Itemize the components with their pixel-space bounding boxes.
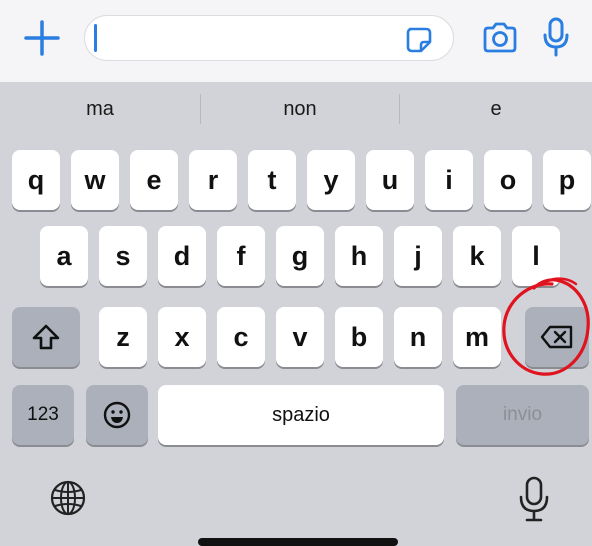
enter-key[interactable]: invio [456, 385, 589, 445]
key-q[interactable]: q [12, 150, 60, 210]
key-w[interactable]: w [71, 150, 119, 210]
key-a[interactable]: a [40, 226, 88, 286]
key-f[interactable]: f [217, 226, 265, 286]
key-z[interactable]: z [99, 307, 147, 367]
emoji-icon [103, 401, 131, 429]
key-r[interactable]: r [189, 150, 237, 210]
key-y[interactable]: y [307, 150, 355, 210]
message-input[interactable] [84, 15, 454, 61]
key-p[interactable]: p [543, 150, 591, 210]
key-i[interactable]: i [425, 150, 473, 210]
globe-icon[interactable] [48, 478, 88, 518]
key-c[interactable]: c [217, 307, 265, 367]
key-b[interactable]: b [335, 307, 383, 367]
microphone-icon[interactable] [516, 475, 552, 523]
key-h[interactable]: h [335, 226, 383, 286]
suggestion-3[interactable]: e [400, 86, 592, 132]
shift-key[interactable] [12, 307, 80, 367]
numbers-key[interactable]: 123 [12, 385, 74, 445]
home-indicator [198, 538, 398, 546]
key-x[interactable]: x [158, 307, 206, 367]
key-o[interactable]: o [484, 150, 532, 210]
key-e[interactable]: e [130, 150, 178, 210]
suggestion-1[interactable]: ma [0, 86, 200, 132]
key-j[interactable]: j [394, 226, 442, 286]
space-key[interactable]: spazio [158, 385, 444, 445]
shift-icon [32, 324, 60, 350]
text-cursor [94, 24, 97, 52]
sticker-icon[interactable] [404, 25, 434, 55]
key-s[interactable]: s [99, 226, 147, 286]
key-g[interactable]: g [276, 226, 324, 286]
plus-icon[interactable] [22, 18, 62, 58]
camera-icon[interactable] [480, 20, 520, 56]
suggestion-2[interactable]: non [201, 86, 399, 132]
red-circle-annotation [502, 277, 590, 376]
emoji-key[interactable] [86, 385, 148, 445]
microphone-icon[interactable] [540, 16, 572, 58]
key-v[interactable]: v [276, 307, 324, 367]
key-d[interactable]: d [158, 226, 206, 286]
key-t[interactable]: t [248, 150, 296, 210]
key-n[interactable]: n [394, 307, 442, 367]
key-u[interactable]: u [366, 150, 414, 210]
